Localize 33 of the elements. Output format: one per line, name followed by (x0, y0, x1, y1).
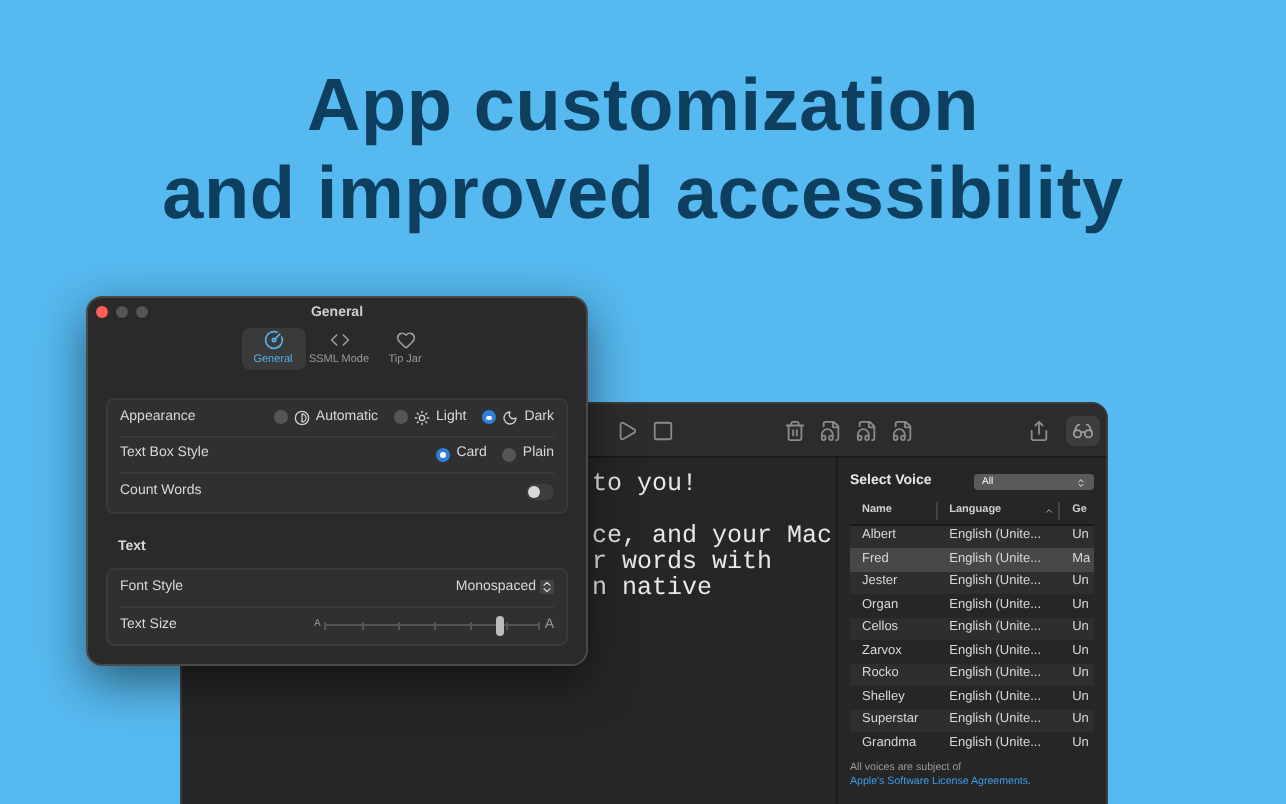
audio-file-icon[interactable] (856, 419, 878, 441)
moon-icon (502, 409, 519, 426)
toggle-switch[interactable] (526, 484, 554, 501)
heart-icon (395, 329, 415, 350)
updown-icon (540, 580, 554, 595)
headline: and improved accessibility (162, 150, 1124, 238)
editor-text-line: n native (592, 576, 715, 602)
radio-button[interactable] (436, 447, 451, 462)
radio-button[interactable] (482, 410, 497, 425)
play-icon[interactable] (616, 419, 638, 441)
slider-thumb[interactable] (495, 615, 504, 636)
audio-file-icon[interactable] (820, 419, 842, 441)
gauge-icon (263, 329, 283, 350)
glasses-button[interactable] (1066, 415, 1100, 445)
editor-text-line: to you! (592, 472, 700, 498)
share-icon[interactable] (1028, 419, 1050, 441)
close-button[interactable] (96, 306, 108, 318)
slider-track[interactable] (324, 618, 541, 633)
stop-icon[interactable] (652, 419, 674, 441)
updown-icon (1076, 477, 1086, 488)
radio-button[interactable] (502, 447, 517, 462)
audio-file-icon[interactable] (892, 419, 914, 441)
editor-text-line: ce, and your Mac (592, 524, 835, 550)
trash-icon[interactable] (784, 419, 806, 441)
editor-text-line: r words with (592, 550, 775, 576)
half-circle-icon (293, 409, 310, 426)
code-icon (329, 329, 349, 350)
sun-icon (414, 409, 431, 426)
headline: App customization (306, 62, 980, 150)
sort-caret-icon (1044, 506, 1055, 516)
radio-button[interactable] (394, 410, 409, 425)
radio-button[interactable] (273, 410, 288, 425)
glasses-icon (1072, 419, 1094, 441)
